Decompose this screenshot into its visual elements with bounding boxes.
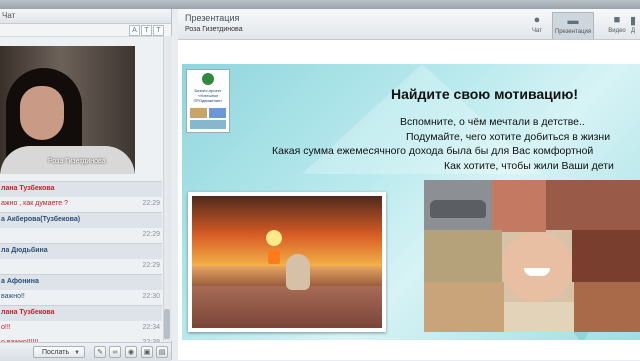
chat-toolbar: A T T bbox=[0, 24, 171, 37]
presentation-board-icon: ▬ bbox=[567, 15, 579, 27]
chat-scrollbar-thumb[interactable] bbox=[164, 309, 170, 339]
text-size-icon[interactable]: T bbox=[141, 25, 152, 36]
lock-icon[interactable]: ▣ bbox=[141, 346, 153, 358]
chat-message-header: лана Тузбекова bbox=[0, 181, 162, 197]
chat-message: о!!! 22:34 bbox=[1, 324, 160, 331]
chat-message: ажно , как думаете ? 22:29 bbox=[1, 200, 160, 207]
eye-icon[interactable]: ◉ bbox=[125, 346, 137, 358]
chat-message-header: лана Тузбекова bbox=[0, 305, 162, 321]
send-button-label: Послать bbox=[42, 349, 70, 356]
chat-header: Чат bbox=[0, 9, 171, 24]
chat-message: 22:29 bbox=[142, 231, 160, 238]
text-size-large-icon[interactable]: T bbox=[153, 25, 164, 36]
chat-message: 22:29 bbox=[142, 262, 160, 269]
chat-message-header: ла Дюдьбина bbox=[0, 243, 162, 259]
link-icon[interactable]: ∞ bbox=[109, 346, 121, 358]
slide-line-1: Вспомните, о чём мечтали в детстве.. bbox=[400, 116, 585, 128]
settings-icon[interactable]: ▤ bbox=[156, 346, 168, 358]
chat-scrollbar[interactable] bbox=[163, 36, 172, 341]
dreams-collage-photo bbox=[424, 180, 640, 332]
slide-line-4: Как хотите, чтобы жили Ваши дети bbox=[444, 160, 614, 172]
chat-message-header: а Акберова(Тузбекова) bbox=[0, 212, 162, 228]
chat-message: важно!! 22:30 bbox=[1, 293, 160, 300]
logo-text: Бизнес-проект «Успешное ПРОдвижение» bbox=[193, 88, 223, 103]
chat-panel: Чат A T T Роза Гизетдинова лана Тузбеков… bbox=[0, 9, 172, 361]
project-logo: Бизнес-проект «Успешное ПРОдвижение» bbox=[186, 69, 230, 133]
chat-input-bar: Послать ▼ ✎ ∞ ◉ ▣ ▤ bbox=[0, 342, 171, 361]
tab-presentation[interactable]: ▬ Презентация bbox=[552, 12, 594, 39]
document-icon: ▮ bbox=[629, 15, 637, 27]
presentation-header: Презентация Роза Гизетдинова ● Чат ▬ Пре… bbox=[178, 9, 640, 40]
sunset-photo bbox=[188, 192, 386, 332]
webcam-video: Роза Гизетдинова bbox=[0, 46, 135, 174]
slide-heading: Найдите свою мотивацию! bbox=[391, 86, 579, 102]
chat-messages: лана Тузбекова ажно , как думаете ? 22:29… bbox=[0, 181, 162, 351]
chat-message-header: а Афонина bbox=[0, 274, 162, 290]
top-bar bbox=[0, 0, 640, 9]
slide-line-3: Какая сумма ежемесячного дохода была бы … bbox=[272, 145, 594, 157]
tab-documents[interactable]: ▮ Д bbox=[626, 12, 640, 39]
attach-icon[interactable]: ✎ bbox=[94, 346, 106, 358]
chat-title: Чат bbox=[2, 11, 16, 20]
presenter-name: Роза Гизетдинова bbox=[185, 26, 243, 33]
send-button[interactable]: Послать ▼ bbox=[33, 346, 85, 358]
video-presenter-name: Роза Гизетдинова bbox=[48, 158, 106, 165]
font-size-icon[interactable]: A bbox=[129, 25, 140, 36]
presentation-title: Презентация bbox=[185, 13, 240, 23]
slide-line-2: Подумайте, чего хотите добиться в жизни bbox=[406, 131, 611, 143]
chevron-down-icon[interactable]: ▼ bbox=[74, 347, 80, 359]
